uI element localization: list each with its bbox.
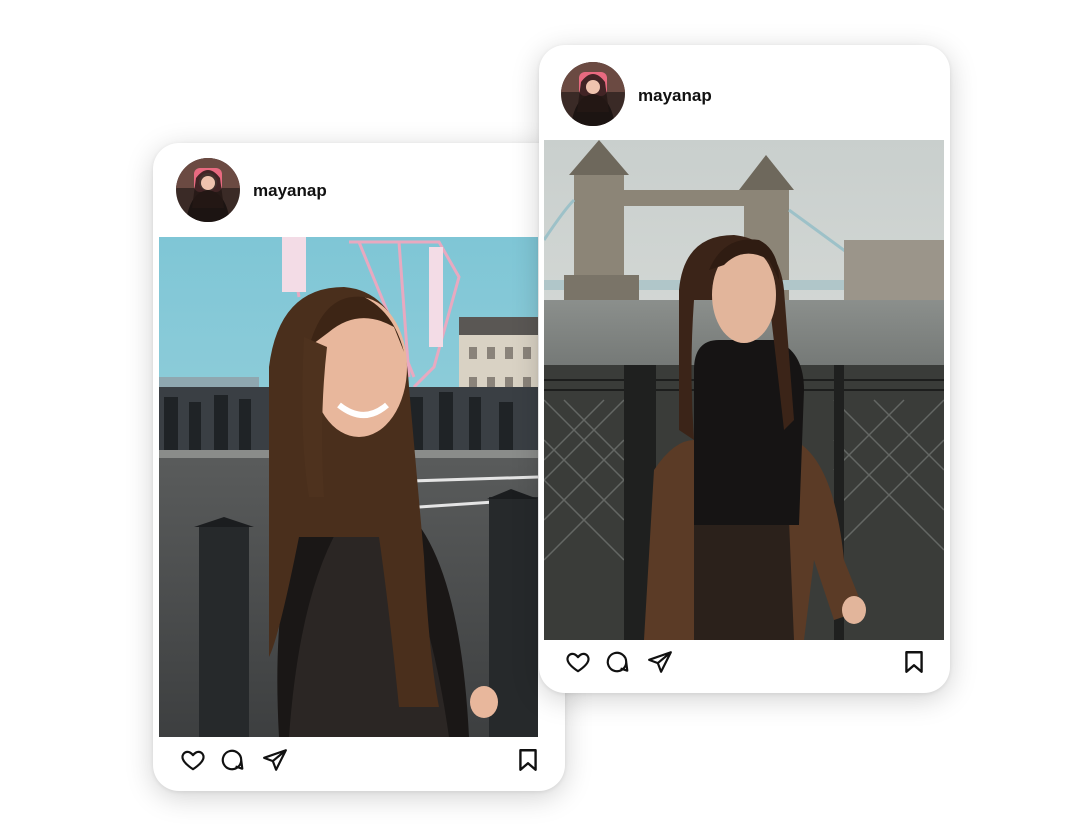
comment-icon[interactable]	[217, 745, 247, 775]
post-header: mayanap	[539, 45, 950, 140]
post-card: mayanap	[153, 143, 565, 791]
avatar-image	[176, 158, 240, 222]
comment-icon[interactable]	[602, 647, 632, 677]
avatar[interactable]	[176, 158, 240, 222]
bookmark-icon[interactable]	[513, 745, 543, 775]
share-icon[interactable]	[645, 647, 675, 677]
bookmark-icon[interactable]	[899, 647, 929, 677]
photo-tower-bridge	[544, 140, 944, 640]
share-icon[interactable]	[260, 745, 290, 775]
avatar[interactable]	[561, 62, 625, 126]
post-card: mayanap	[539, 45, 950, 693]
avatar-image	[561, 62, 625, 126]
photo-london-eye	[159, 237, 538, 737]
post-actions	[153, 741, 565, 781]
post-header: mayanap	[153, 143, 565, 238]
heart-icon[interactable]	[563, 647, 593, 677]
post-photo[interactable]	[159, 237, 538, 737]
username[interactable]: mayanap	[638, 86, 712, 106]
username[interactable]: mayanap	[253, 181, 327, 201]
heart-icon[interactable]	[178, 745, 208, 775]
post-actions	[539, 643, 950, 683]
post-photo[interactable]	[544, 140, 944, 640]
